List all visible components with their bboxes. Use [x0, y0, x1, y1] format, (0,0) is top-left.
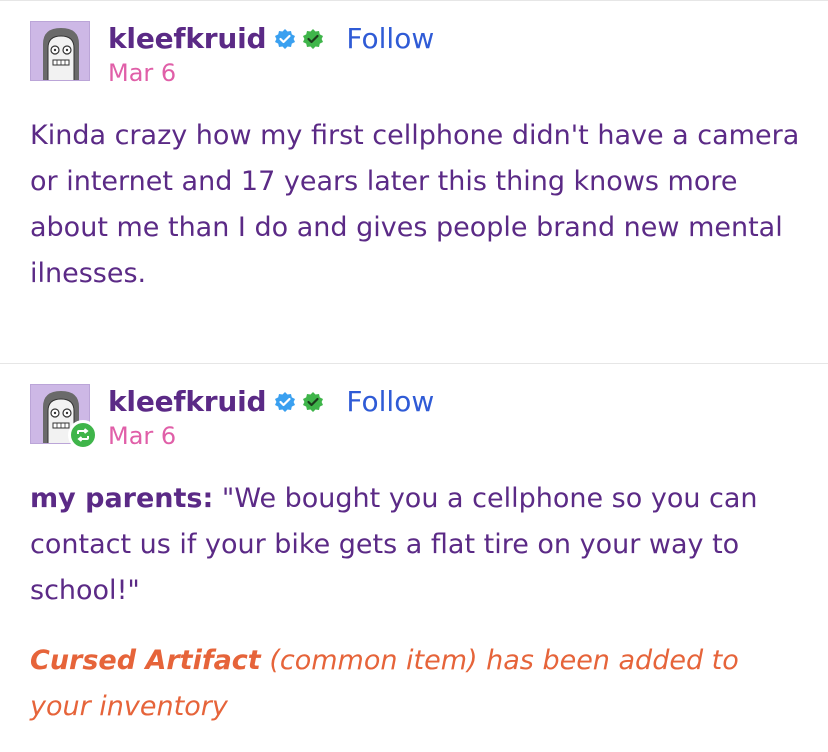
inventory-notice: Cursed Artifact (common item) has been a…: [30, 638, 805, 730]
reblog-icon: [68, 420, 98, 450]
speaker-label: my parents:: [30, 483, 214, 514]
post-original: kleefkruid Follow Mar 6 Kinda crazy how …: [0, 1, 828, 363]
verified-blue-badge-icon: [275, 28, 296, 49]
name-row: kleefkruid Follow: [108, 22, 434, 55]
avatar[interactable]: [30, 21, 90, 81]
follow-button[interactable]: Follow: [346, 385, 434, 418]
post-body: Kinda crazy how my first cellphone didn'…: [30, 120, 800, 289]
username[interactable]: kleefkruid: [108, 385, 267, 418]
post-body: my parents: "We bought you a cellphone s…: [30, 476, 805, 614]
badges: [274, 28, 324, 50]
cursed-item-name: Cursed Artifact: [30, 645, 261, 676]
verified-blue-badge-icon: [275, 391, 296, 412]
follow-button[interactable]: Follow: [346, 22, 434, 55]
post-reblog: kleefkruid Follow Mar 6 my parents: "We …: [0, 364, 828, 752]
badges: [274, 391, 324, 413]
post-date[interactable]: Mar 6: [108, 59, 176, 87]
username[interactable]: kleefkruid: [108, 22, 267, 55]
post-header: kleefkruid Follow Mar 6: [30, 384, 790, 450]
avatar-drawing-icon: [31, 22, 89, 80]
post-date[interactable]: Mar 6: [108, 422, 176, 450]
reblog-arrows-icon: [77, 428, 89, 442]
verified-green-badge-icon: [303, 391, 324, 412]
post-header: kleefkruid Follow Mar 6: [30, 21, 790, 87]
verified-green-badge-icon: [303, 28, 324, 49]
name-row: kleefkruid Follow: [108, 385, 434, 418]
